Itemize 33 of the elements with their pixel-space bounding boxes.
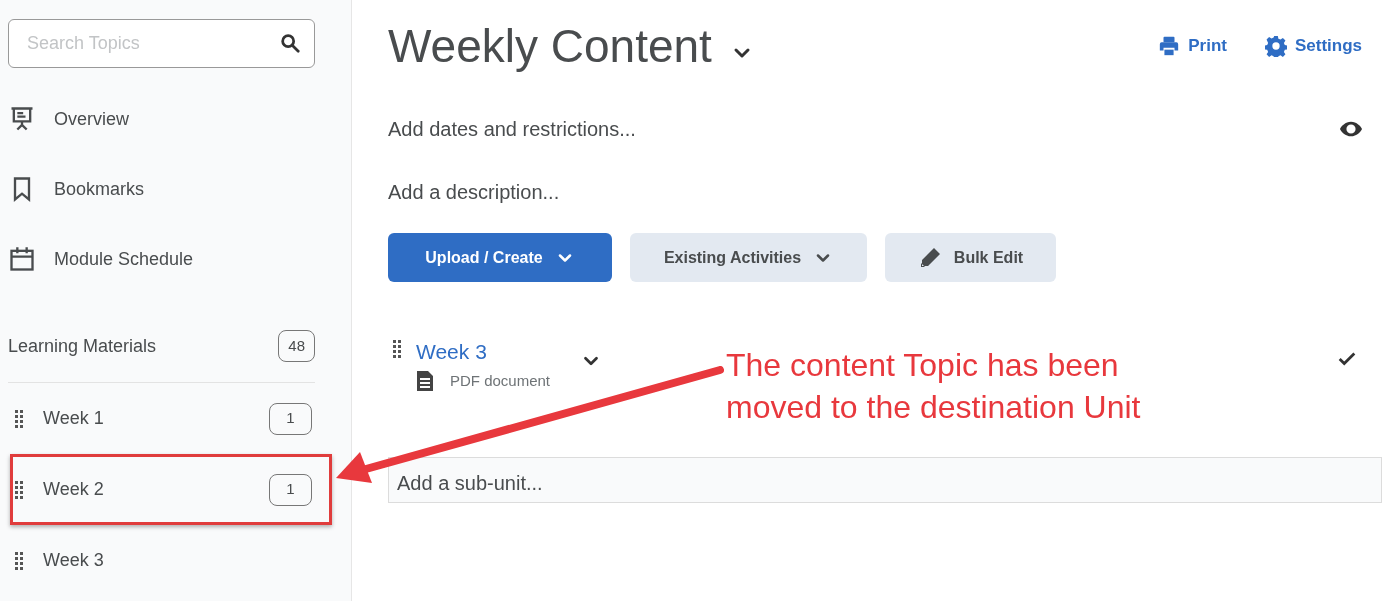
upload-create-button[interactable]: Upload / Create bbox=[388, 233, 612, 282]
sidebar-nav-item[interactable]: Module Schedule bbox=[0, 245, 351, 273]
settings-icon bbox=[1264, 35, 1287, 57]
sidebar-nav-item[interactable]: Bookmarks bbox=[0, 175, 351, 203]
search-field[interactable]: Search Topics bbox=[8, 19, 315, 68]
unit-item[interactable]: Week 1 1 bbox=[10, 383, 332, 454]
add-description-link[interactable]: Add a description... bbox=[388, 177, 1382, 207]
settings-button[interactable]: Settings bbox=[1264, 33, 1362, 59]
add-dates-link[interactable]: Add dates and restrictions... bbox=[388, 114, 636, 144]
existing-activities-button[interactable]: Existing Activities bbox=[630, 233, 867, 282]
module-item[interactable]: Learning Materials 48 bbox=[8, 330, 315, 383]
page-title[interactable]: Weekly Content bbox=[388, 11, 754, 81]
add-subunit-field[interactable]: Add a sub-unit... bbox=[388, 457, 1382, 503]
calendar-icon bbox=[8, 245, 36, 273]
topic-link[interactable]: Week 3 bbox=[416, 336, 551, 368]
unit-item[interactable]: Week 3 bbox=[10, 525, 332, 596]
drag-handle-icon[interactable] bbox=[15, 409, 23, 428]
drag-handle-icon[interactable] bbox=[393, 340, 401, 358]
unit-item[interactable]: Week 2 1 bbox=[10, 454, 332, 525]
search-icon[interactable] bbox=[279, 32, 301, 54]
drag-handle-icon[interactable] bbox=[15, 480, 23, 499]
annotation-text: The content Topic has been moved to the destination Unit bbox=[726, 346, 1142, 427]
topic-type-label: PDF document bbox=[450, 370, 551, 391]
printer-icon bbox=[1158, 35, 1181, 57]
count-badge: 1 bbox=[269, 402, 312, 435]
print-button[interactable]: Print bbox=[1158, 33, 1227, 59]
count-badge: 1 bbox=[269, 473, 312, 506]
document-icon bbox=[416, 369, 434, 392]
bulk-edit-button[interactable]: Bulk Edit bbox=[885, 233, 1056, 282]
count-badge: 48 bbox=[278, 330, 315, 362]
drag-handle-icon[interactable] bbox=[15, 551, 23, 570]
eye-icon[interactable] bbox=[1340, 121, 1362, 137]
sidebar-nav-item[interactable]: Overview bbox=[0, 105, 351, 133]
